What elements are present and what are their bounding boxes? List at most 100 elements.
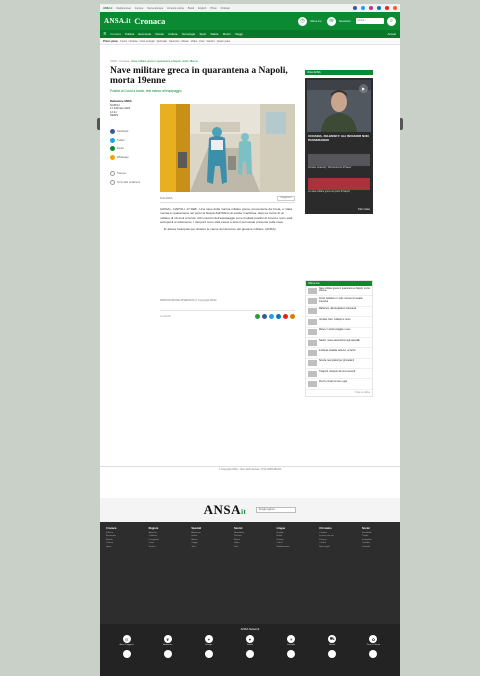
subnav-item[interactable]: Ucraina bbox=[129, 40, 138, 43]
footer-column-heading[interactable]: Speciali bbox=[191, 527, 223, 530]
subnav-item[interactable]: Green pass bbox=[217, 40, 230, 43]
search-icon[interactable]: ⌕ bbox=[387, 16, 396, 26]
region-select[interactable]: Scegli regione bbox=[256, 507, 297, 513]
nav-item-cronaca[interactable]: Cronaca bbox=[108, 32, 123, 36]
network-item[interactable]: ◎ Ansa Viaggiart bbox=[111, 635, 143, 647]
network-extra-icon[interactable] bbox=[369, 649, 378, 658]
news-list-item[interactable]: Meteo, in arrivo pioggia e neve bbox=[306, 328, 372, 338]
video-list-item[interactable]: La nave militare greca nel porto di Napo… bbox=[308, 178, 370, 194]
news-list-item[interactable]: Prezzi, rincari su luce e gas bbox=[306, 379, 372, 390]
top-link-3[interactable]: Nuova Europa bbox=[147, 7, 163, 10]
mail-icon[interactable]: ✉ bbox=[327, 16, 336, 26]
nav-item-motori[interactable]: Motori bbox=[221, 32, 233, 36]
rss-icon[interactable] bbox=[393, 6, 397, 10]
news-list-item[interactable]: Covid, bollettino: in calo i ricoveri in… bbox=[306, 296, 372, 307]
network-item[interactable]: ❦ Ambiente bbox=[152, 635, 184, 647]
nav-item-economia[interactable]: Economia bbox=[136, 32, 153, 36]
facebook-icon[interactable] bbox=[261, 313, 267, 320]
nav-item-mondo[interactable]: Mondo bbox=[153, 32, 166, 36]
subnav-item[interactable]: Caro energia bbox=[140, 40, 155, 43]
nav-item-cultura[interactable]: Cultura bbox=[166, 32, 179, 36]
article-photo[interactable] bbox=[160, 104, 295, 192]
ansa-logo[interactable]: ANSA.it bbox=[104, 17, 131, 25]
nav-item-politica[interactable]: Politica bbox=[123, 32, 136, 36]
footer-link[interactable]: Note legali bbox=[319, 546, 351, 549]
twitter-icon[interactable] bbox=[268, 313, 274, 320]
news-list-item[interactable]: Sanita', nuove assunzioni negli ospedali bbox=[306, 338, 372, 349]
footer-column-heading[interactable]: Regioni bbox=[149, 527, 181, 530]
share-email[interactable]: Email bbox=[110, 146, 152, 151]
top-link-8[interactable]: Podcast bbox=[221, 7, 230, 10]
suggest-button[interactable]: Suggerisci bbox=[277, 195, 295, 201]
newsletter-link[interactable]: Newsletter bbox=[339, 20, 353, 23]
whatsapp-icon[interactable] bbox=[254, 313, 260, 320]
video-icon[interactable]: ▶ bbox=[359, 84, 368, 93]
news-list-item[interactable]: Trasporti, sciopero dei treni venerdi' bbox=[306, 369, 372, 380]
subnav-item[interactable]: Video bbox=[191, 40, 198, 43]
footer-column-heading[interactable]: Social bbox=[362, 527, 394, 530]
top-link-home[interactable]: ANSA.it bbox=[103, 7, 112, 10]
all-videos-link[interactable]: Tutti i video bbox=[358, 208, 370, 211]
subnav-item[interactable]: Meteo bbox=[182, 40, 189, 43]
facebook-icon[interactable] bbox=[353, 6, 357, 10]
news-list-item[interactable]: Maltempo, allerta gialla in Campania bbox=[306, 307, 372, 318]
pinterest-icon[interactable] bbox=[282, 313, 288, 320]
subnav-item[interactable]: Foto bbox=[199, 40, 204, 43]
footer-link[interactable]: Veneto bbox=[149, 546, 181, 549]
news-list-item[interactable]: Nave militare greca in quarantena a Napo… bbox=[306, 286, 372, 297]
network-extra-icon[interactable] bbox=[163, 649, 172, 658]
top-link-6[interactable]: English bbox=[198, 7, 206, 10]
top-link-4[interactable]: America Latina bbox=[167, 7, 184, 10]
footer-link[interactable]: Mediterraneo bbox=[277, 546, 309, 549]
video-player[interactable]: ▶ UCRAINA, ZELENSKY: GLI INVASORI NON PA… bbox=[305, 78, 373, 214]
mail-icon[interactable] bbox=[289, 313, 295, 320]
video-list-item[interactable]: Ucraina, Zelensky: 'Ricostruiremo il Pae… bbox=[308, 154, 370, 170]
network-item[interactable]: ✦ Europa bbox=[193, 635, 225, 647]
news-list-item[interactable]: Incidente stradale sulla A1, un ferito bbox=[306, 348, 372, 359]
nav-item-tecnologia[interactable]: Tecnologia bbox=[180, 32, 198, 36]
network-item[interactable]: ✿ Terra & Gusto bbox=[357, 635, 389, 647]
linkedin-icon[interactable] bbox=[377, 6, 381, 10]
network-item[interactable]: ☀ Lifestyle bbox=[275, 635, 307, 647]
share-twitter[interactable]: Twitter bbox=[110, 137, 152, 143]
footer-column-heading[interactable]: Chi siamo bbox=[319, 527, 351, 530]
news-list-item[interactable]: Ucraina, Kiev: colloqui in corso bbox=[306, 317, 372, 328]
footer-link[interactable]: Sport bbox=[106, 546, 138, 549]
news-list-item[interactable]: Scuola, test gratuiti per gli studenti bbox=[306, 359, 372, 369]
latest-news-link[interactable]: Ultima ora bbox=[310, 20, 324, 23]
network-extra-icon[interactable] bbox=[204, 649, 213, 658]
subnav-item[interactable]: Quirinale bbox=[157, 40, 167, 43]
footer-link[interactable]: Linkedin bbox=[362, 546, 394, 549]
network-extra-icon[interactable] bbox=[328, 649, 337, 658]
subnav-item[interactable]: Vaccini bbox=[207, 40, 215, 43]
twitter-icon[interactable] bbox=[361, 6, 365, 10]
top-link-1[interactable]: Mediterraneo bbox=[116, 7, 131, 10]
footer-column-heading[interactable]: Servizi bbox=[234, 527, 266, 530]
top-link-5[interactable]: Brasil bbox=[188, 7, 194, 10]
print-button[interactable]: Stampa bbox=[110, 171, 152, 176]
write-redaction-button[interactable]: Scrivi alla redazione bbox=[110, 179, 152, 185]
subnav-item[interactable]: Covid bbox=[120, 40, 127, 43]
network-item[interactable]: ⛟ Motori bbox=[316, 635, 348, 647]
footer-column-heading[interactable]: Lingue bbox=[277, 527, 309, 530]
breadcrumb-section[interactable]: Cronaca bbox=[119, 60, 129, 63]
instagram-icon[interactable] bbox=[369, 6, 373, 10]
footer-column-heading[interactable]: Cronaca bbox=[106, 527, 138, 530]
linkedin-icon[interactable] bbox=[275, 313, 281, 320]
network-extra-icon[interactable] bbox=[287, 649, 296, 658]
nav-item-sport[interactable]: Sport bbox=[197, 32, 208, 36]
footer-link[interactable]: Foto bbox=[234, 546, 266, 549]
login-link[interactable]: Accedi bbox=[388, 32, 398, 36]
subnav-item[interactable]: Sanremo bbox=[169, 40, 180, 43]
footer-link[interactable]: Tech bbox=[191, 546, 223, 549]
nav-item-viaggi[interactable]: Viaggi bbox=[233, 32, 245, 36]
top-link-7[interactable]: Photo bbox=[210, 7, 217, 10]
youtube-icon[interactable] bbox=[385, 6, 389, 10]
all-news-link[interactable]: Tutte le notizie bbox=[306, 390, 372, 396]
footer-ansa-logo[interactable]: ANSAit bbox=[204, 502, 247, 518]
network-extra-icon[interactable] bbox=[122, 649, 131, 658]
search-input[interactable]: Cerca... bbox=[356, 18, 384, 24]
breadcrumb-home[interactable]: ANSA bbox=[110, 60, 117, 63]
network-extra-icon[interactable] bbox=[245, 649, 254, 658]
nav-item-salute[interactable]: Salute bbox=[208, 32, 220, 36]
